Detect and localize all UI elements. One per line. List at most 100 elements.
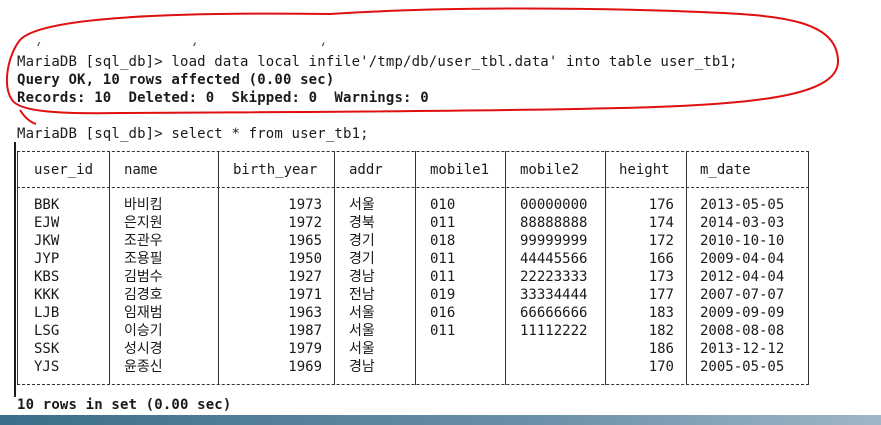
table-cell: 2008-08-08: [700, 323, 785, 339]
table-cell: 2005-05-05: [700, 359, 785, 375]
table-cell: 1987: [288, 323, 322, 339]
table-cell: 1979: [288, 341, 322, 357]
table-cell: 김범수: [124, 269, 163, 285]
column-header: addr: [349, 162, 383, 178]
table-cell: KKK: [34, 287, 60, 303]
table-cell: 183: [648, 305, 674, 321]
column-header: name: [124, 162, 158, 178]
column-header: m_date: [700, 162, 751, 178]
table-cell: 176: [648, 197, 674, 213]
table-cell: 00000000: [520, 197, 588, 213]
table-cell: 2007-07-07: [700, 287, 785, 303]
table-cell: 016: [430, 305, 456, 321]
table-cell: 1972: [288, 215, 322, 231]
table-cell: KBS: [34, 269, 60, 285]
table-cell: 182: [648, 323, 674, 339]
table-cell: 2013-05-05: [700, 197, 785, 213]
column-header: height: [619, 162, 670, 178]
table-cell: 011: [430, 269, 456, 285]
table-cell: JKW: [34, 233, 60, 249]
rows-in-set-footer: 10 rows in set (0.00 sec): [17, 397, 232, 413]
table-cell: SSK: [34, 341, 60, 357]
table-cell: 172: [648, 233, 674, 249]
table-cell: 011: [430, 323, 456, 339]
table-cell: 1927: [288, 269, 322, 285]
load-data-command: MariaDB [sql_db]> load data local infile…: [17, 54, 738, 70]
table-cell: JYP: [34, 251, 60, 267]
table-cell: 186: [648, 341, 674, 357]
table-cell: 서울: [349, 341, 375, 357]
table-cell: 1973: [288, 197, 322, 213]
query-ok-message: Query OK, 10 rows affected (0.00 sec): [17, 72, 335, 88]
column-header: mobile1: [430, 162, 490, 178]
table-border-bottom: [17, 384, 809, 386]
table-cell: 22223333: [520, 269, 588, 285]
table-cell: 조관우: [124, 233, 163, 249]
table-cell: 66666666: [520, 305, 588, 321]
table-cell: 010: [430, 197, 456, 213]
table-cell: 조용필: [124, 251, 163, 267]
table-cell: 바비킴: [124, 197, 163, 213]
terminal-window: ( , , / / , _ , . , MariaDB [sql_db]> lo…: [0, 0, 881, 425]
select-command: MariaDB [sql_db]> select * from user_tb1…: [17, 126, 369, 142]
column-separator: [415, 151, 416, 385]
column-header: user_id: [34, 162, 94, 178]
table-cell: 177: [648, 287, 674, 303]
taskbar-strip: [0, 415, 881, 425]
table-cell: LJB: [34, 305, 60, 321]
table-cell: 윤종신: [124, 359, 163, 375]
table-cell: 성시경: [124, 341, 163, 357]
table-cell: 서울: [349, 197, 375, 213]
column-separator: [17, 151, 18, 385]
table-cell: 이승기: [124, 323, 163, 339]
table-cell: 173: [648, 269, 674, 285]
table-cell: EJW: [34, 215, 60, 231]
table-border-header: [17, 187, 809, 189]
table-cell: 서울: [349, 305, 375, 321]
left-margin-bar: [14, 142, 16, 397]
table-cell: 1950: [288, 251, 322, 267]
table-cell: 11112222: [520, 323, 588, 339]
table-cell: 99999999: [520, 233, 588, 249]
table-cell: 019: [430, 287, 456, 303]
table-cell: 011: [430, 251, 456, 267]
table-cell: 1971: [288, 287, 322, 303]
table-cell: BBK: [34, 197, 60, 213]
table-cell: 2012-04-04: [700, 269, 785, 285]
table-cell: 경기: [349, 233, 375, 249]
table-cell: 전남: [349, 287, 375, 303]
column-separator: [109, 151, 110, 385]
table-cell: 서울: [349, 323, 375, 339]
records-summary: Records: 10 Deleted: 0 Skipped: 0 Warnin…: [17, 90, 429, 106]
table-cell: 33334444: [520, 287, 588, 303]
table-cell: 1963: [288, 305, 322, 321]
table-cell: 2010-10-10: [700, 233, 785, 249]
table-cell: 1965: [288, 233, 322, 249]
column-separator: [686, 151, 687, 385]
column-header: mobile2: [520, 162, 580, 178]
table-cell: YJS: [34, 359, 60, 375]
table-cell: 44445566: [520, 251, 588, 267]
column-separator: [505, 151, 506, 385]
table-cell: 2009-09-09: [700, 305, 785, 321]
column-separator: [334, 151, 335, 385]
table-cell: 임재범: [124, 305, 163, 321]
table-cell: 김경호: [124, 287, 163, 303]
column-separator: [218, 151, 219, 385]
table-cell: 2014-03-03: [700, 215, 785, 231]
table-cell: 88888888: [520, 215, 588, 231]
table-cell: 2009-04-04: [700, 251, 785, 267]
column-separator: [605, 151, 606, 385]
table-cell: 경남: [349, 269, 375, 285]
table-border-top: [17, 151, 809, 153]
column-separator: [808, 151, 809, 385]
table-cell: 166: [648, 251, 674, 267]
table-cell: 011: [430, 215, 456, 231]
table-cell: LSG: [34, 323, 60, 339]
table-cell: 1969: [288, 359, 322, 375]
column-header: birth_year: [233, 162, 318, 178]
table-cell: 174: [648, 215, 674, 231]
table-cell: 018: [430, 233, 456, 249]
clipped-line: ( , , / / , _ , . ,: [17, 40, 643, 46]
table-cell: 경북: [349, 215, 375, 231]
